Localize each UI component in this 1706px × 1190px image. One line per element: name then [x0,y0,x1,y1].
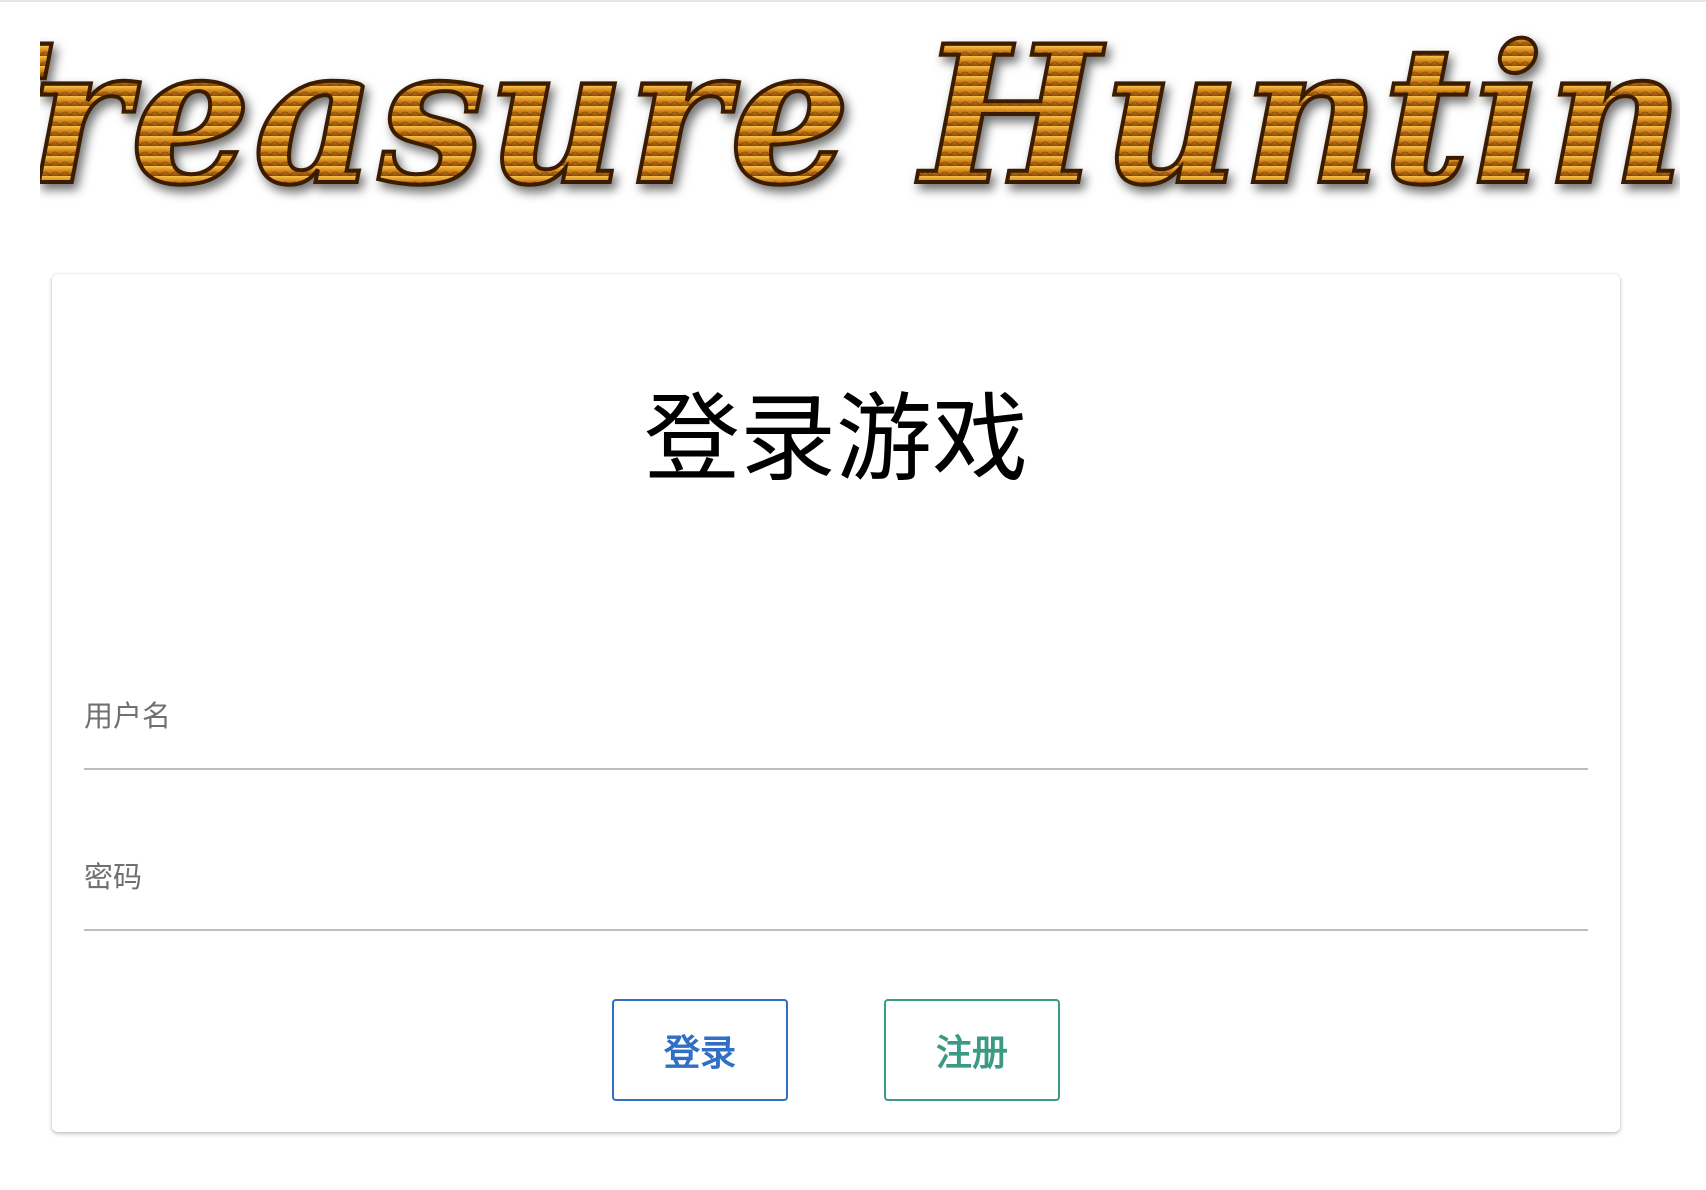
logo-text: Treasure Hunting [40,6,1680,227]
login-card: 登录游戏 用户名 密码 登录 注册 [52,274,1620,1132]
password-input[interactable] [84,835,1588,929]
treasure-hunting-logo: Treasure Hunting [40,6,1680,229]
top-border [0,0,1706,2]
password-field[interactable]: 密码 [84,835,1588,931]
login-button[interactable]: 登录 [612,999,788,1101]
register-button[interactable]: 注册 [884,999,1060,1101]
username-input[interactable] [84,674,1588,768]
password-underline [84,929,1588,931]
username-underline [84,768,1588,770]
username-field[interactable]: 用户名 [84,674,1588,770]
login-title: 登录游戏 [644,383,1028,495]
